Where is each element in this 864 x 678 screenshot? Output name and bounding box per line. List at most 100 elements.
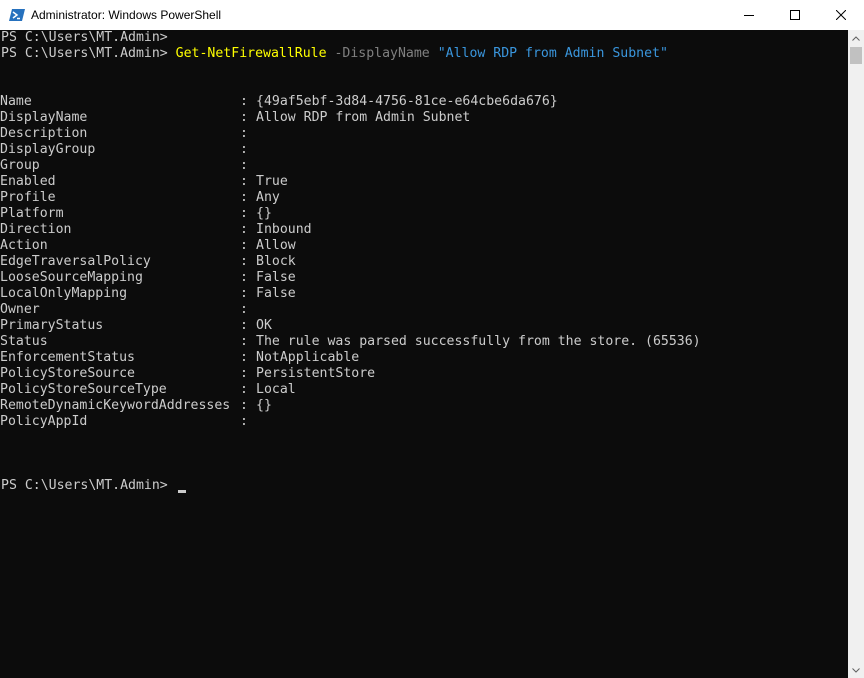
- property-name: Description: [0, 126, 88, 141]
- property-separator: :: [240, 382, 248, 397]
- property-name: LocalOnlyMapping: [0, 286, 128, 301]
- title-bar[interactable]: Administrator: Windows PowerShell: [0, 0, 864, 30]
- command-parameter: -DisplayName: [326, 46, 438, 61]
- property-row: Direction: Inbound: [0, 222, 840, 238]
- property-row: EnforcementStatus: NotApplicable: [0, 350, 840, 366]
- property-name: PolicyStoreSource: [0, 366, 135, 381]
- maximize-button[interactable]: [772, 0, 818, 30]
- property-row: Platform: {}: [0, 206, 840, 222]
- command-line: PS C:\Users\MT.Admin> Get-NetFirewallRul…: [1, 46, 668, 62]
- property-name: PolicyAppId: [0, 414, 88, 429]
- property-separator: :: [240, 174, 248, 189]
- property-value: Any: [256, 190, 280, 205]
- property-separator: :: [240, 334, 248, 349]
- property-name: DisplayGroup: [0, 142, 96, 157]
- property-separator: :: [240, 254, 248, 269]
- property-value: OK: [256, 318, 272, 333]
- property-value: Allow RDP from Admin Subnet: [256, 110, 471, 125]
- property-row: PolicyAppId:: [0, 414, 840, 430]
- property-name: Enabled: [0, 174, 56, 189]
- property-value: {}: [256, 398, 272, 413]
- property-separator: :: [240, 238, 248, 253]
- property-separator: :: [240, 270, 248, 285]
- prompt-line: PS C:\Users\MT.Admin>: [1, 30, 168, 46]
- minimize-button[interactable]: [726, 0, 772, 30]
- property-name: Profile: [0, 190, 56, 205]
- property-name: Action: [0, 238, 48, 253]
- property-value: Inbound: [256, 222, 312, 237]
- property-row: Description:: [0, 126, 840, 142]
- scrollbar-thumb[interactable]: [850, 47, 862, 64]
- property-name: Direction: [0, 222, 72, 237]
- property-row: Profile: Any: [0, 190, 840, 206]
- property-row: DisplayName: Allow RDP from Admin Subnet: [0, 110, 840, 126]
- property-row: Action: Allow: [0, 238, 840, 254]
- property-row: RemoteDynamicKeywordAddresses: {}: [0, 398, 840, 414]
- property-value: The rule was parsed successfully from th…: [256, 334, 701, 349]
- property-row: PolicyStoreSource: PersistentStore: [0, 366, 840, 382]
- property-separator: :: [240, 318, 248, 333]
- property-value: NotApplicable: [256, 350, 360, 365]
- text-cursor: [177, 490, 186, 493]
- property-value: False: [256, 286, 296, 301]
- property-separator: :: [240, 350, 248, 365]
- property-value: Allow: [256, 238, 296, 253]
- prompt: PS C:\Users\MT.Admin>: [1, 30, 168, 45]
- command-argument: "Allow RDP from Admin Subnet": [437, 46, 668, 61]
- property-separator: :: [240, 206, 248, 221]
- property-separator: :: [240, 366, 248, 381]
- property-name: Name: [0, 94, 32, 109]
- property-row: Status: The rule was parsed successfully …: [0, 334, 840, 350]
- command-name: Get-NetFirewallRule: [175, 46, 327, 61]
- property-separator: :: [240, 94, 248, 109]
- property-separator: :: [240, 158, 248, 173]
- property-row: DisplayGroup:: [0, 142, 840, 158]
- property-name: Owner: [0, 302, 40, 317]
- property-value: PersistentStore: [256, 366, 376, 381]
- property-separator: :: [240, 190, 248, 205]
- property-name: EnforcementStatus: [0, 350, 135, 365]
- property-row: LooseSourceMapping: False: [0, 270, 840, 286]
- property-name: RemoteDynamicKeywordAddresses: [0, 398, 231, 413]
- scroll-up-button[interactable]: [848, 30, 864, 46]
- property-name: PrimaryStatus: [0, 318, 104, 333]
- vertical-scrollbar[interactable]: [848, 30, 864, 678]
- property-name: LooseSourceMapping: [0, 270, 143, 285]
- window-title: Administrator: Windows PowerShell: [31, 8, 222, 22]
- current-prompt-line[interactable]: PS C:\Users\MT.Admin>: [1, 478, 186, 494]
- property-separator: :: [240, 286, 248, 301]
- scroll-down-button[interactable]: [848, 662, 864, 678]
- prompt: PS C:\Users\MT.Admin>: [1, 46, 176, 61]
- property-value: Block: [256, 254, 296, 269]
- property-row: PrimaryStatus: OK: [0, 318, 840, 334]
- minimize-icon: [744, 15, 754, 16]
- property-name: Group: [0, 158, 40, 173]
- property-row: PolicyStoreSourceType: Local: [0, 382, 840, 398]
- property-row: Owner:: [0, 302, 840, 318]
- property-row: Group:: [0, 158, 840, 174]
- powershell-icon: [9, 9, 25, 21]
- property-name: Platform: [0, 206, 64, 221]
- console-output[interactable]: PS C:\Users\MT.Admin> PS C:\Users\MT.Adm…: [0, 30, 848, 678]
- property-name: EdgeTraversalPolicy: [0, 254, 151, 269]
- property-separator: :: [240, 110, 248, 125]
- property-value: {}: [256, 206, 272, 221]
- property-separator: :: [240, 414, 248, 429]
- chevron-down-icon: [852, 667, 860, 673]
- property-row: Name: {49af5ebf-3d84-4756-81ce-e64cbe6da6…: [0, 94, 840, 110]
- chevron-up-icon: [852, 35, 860, 41]
- property-row: LocalOnlyMapping: False: [0, 286, 840, 302]
- property-value: {49af5ebf-3d84-4756-81ce-e64cbe6da676}: [256, 94, 558, 109]
- property-name: DisplayName: [0, 110, 88, 125]
- window-controls: [726, 0, 864, 30]
- close-button[interactable]: [818, 0, 864, 30]
- property-row: Enabled: True: [0, 174, 840, 190]
- property-name: Status: [0, 334, 48, 349]
- property-value: Local: [256, 382, 296, 397]
- property-separator: :: [240, 126, 248, 141]
- powershell-window: Administrator: Windows PowerShell PS C:\…: [0, 0, 864, 678]
- maximize-icon: [790, 10, 800, 20]
- property-separator: :: [240, 222, 248, 237]
- property-name: PolicyStoreSourceType: [0, 382, 167, 397]
- property-row: EdgeTraversalPolicy: Block: [0, 254, 840, 270]
